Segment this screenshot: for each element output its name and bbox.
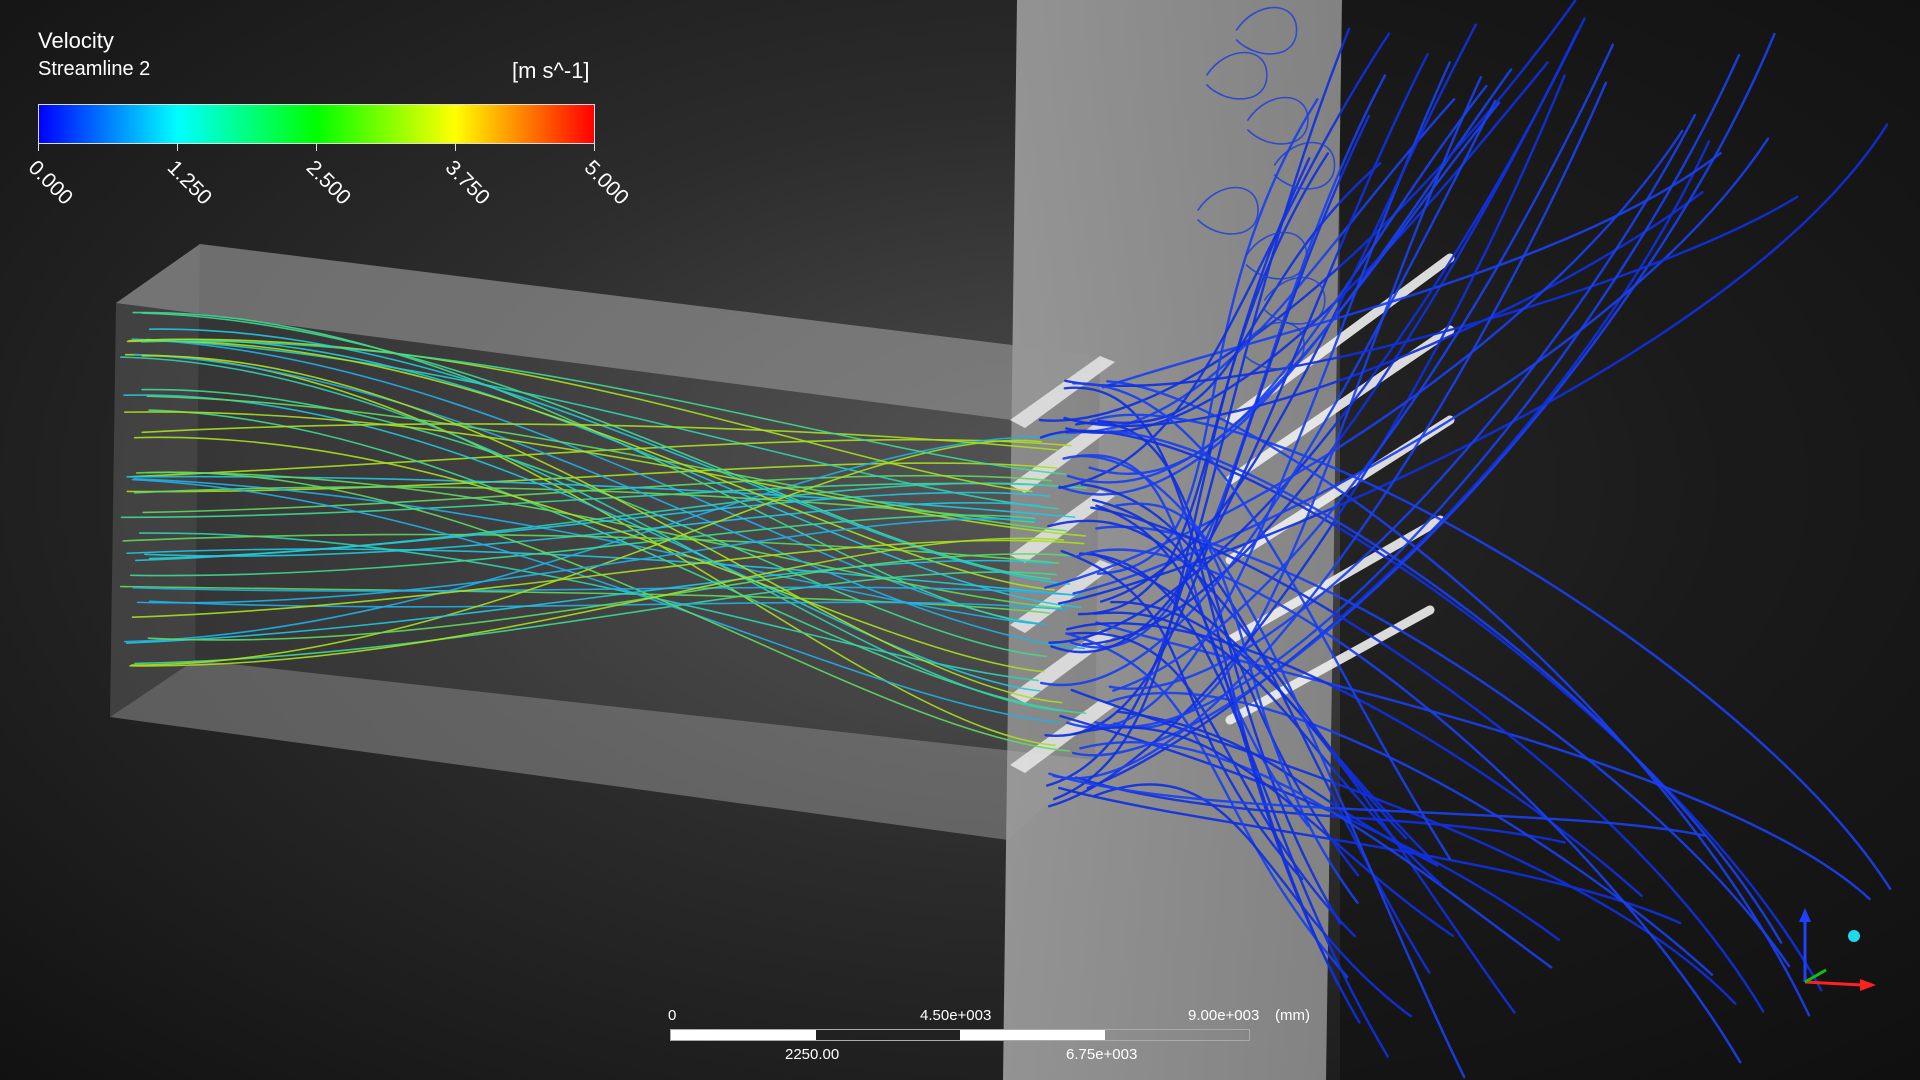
scale-seg bbox=[960, 1030, 1105, 1040]
x-axis-arrow bbox=[1860, 979, 1876, 991]
tick-label: 3.750 bbox=[440, 156, 495, 210]
tick-label: 2.500 bbox=[301, 156, 356, 210]
tick-mark bbox=[594, 144, 595, 151]
tick-mark bbox=[316, 144, 317, 151]
tick-label: 5.000 bbox=[579, 156, 634, 210]
scale-bar-segments bbox=[670, 1029, 1250, 1041]
scale-label-top: 4.50e+003 bbox=[920, 1007, 992, 1024]
legend-title: Velocity bbox=[38, 28, 114, 53]
scale-label-bottom: 6.75e+003 bbox=[1066, 1046, 1138, 1063]
legend-units: [m s^-1] bbox=[512, 58, 590, 83]
y-axis bbox=[1804, 968, 1827, 984]
orientation-axes-icon bbox=[1799, 908, 1876, 991]
scale-seg bbox=[671, 1030, 816, 1040]
scale-label-top: 9.00e+003 bbox=[1188, 1007, 1260, 1024]
scale-seg bbox=[816, 1030, 961, 1040]
x-axis bbox=[1804, 980, 1863, 987]
axis-origin-dot bbox=[1848, 930, 1860, 942]
tick-mark bbox=[455, 144, 456, 151]
legend-subtitle: Streamline 2 bbox=[38, 58, 151, 80]
tick-mark bbox=[177, 144, 178, 151]
scale-seg bbox=[1105, 1030, 1250, 1040]
z-axis-arrow bbox=[1799, 908, 1811, 922]
scale-label-top: 0 bbox=[668, 1007, 677, 1024]
scale-bar: 0 4.50e+003 9.00e+003 (mm) 2250.00 6.75e… bbox=[668, 1005, 1310, 1075]
tick-mark bbox=[38, 144, 39, 151]
scale-label-bottom: 2250.00 bbox=[785, 1046, 840, 1063]
scale-unit: (mm) bbox=[1275, 1007, 1310, 1024]
velocity-legend: Velocity Streamline 2 [m s^-1] 0.000 1.2… bbox=[24, 26, 658, 226]
tick-label: 1.250 bbox=[162, 156, 217, 210]
colorbar bbox=[38, 104, 595, 144]
